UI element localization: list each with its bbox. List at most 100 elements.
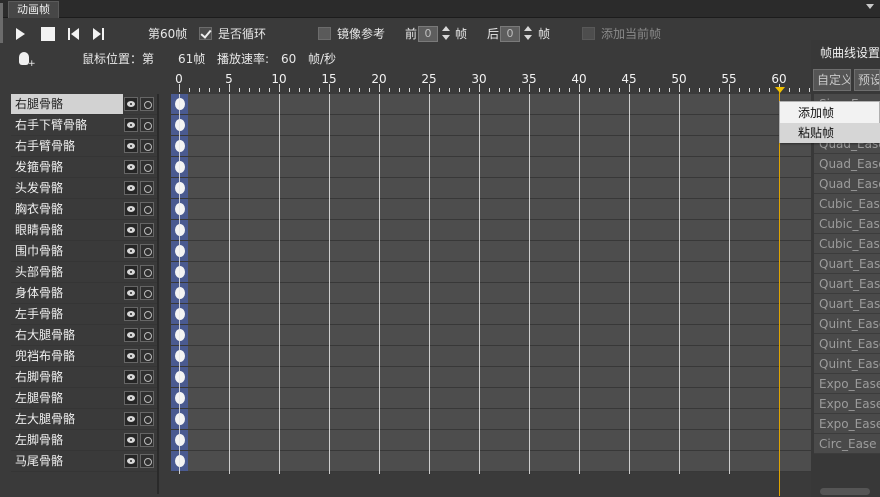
playhead-marker-icon[interactable]: [775, 87, 785, 93]
easing-preset-item[interactable]: Cubic_Ease: [814, 234, 880, 254]
lock-toggle-icon[interactable]: [140, 370, 154, 384]
frame-track-row[interactable]: [171, 451, 811, 472]
lock-toggle-icon[interactable]: [140, 97, 154, 111]
easing-preset-item[interactable]: Quad_Ease: [814, 174, 880, 194]
visibility-eye-icon[interactable]: [124, 370, 138, 384]
layer-name[interactable]: 胸衣骨骼: [11, 199, 123, 219]
visibility-eye-icon[interactable]: [124, 391, 138, 405]
layer-name[interactable]: 右脚骨骼: [11, 367, 123, 387]
easing-preset-item[interactable]: Quad_Ease: [814, 154, 880, 174]
easing-preset-item[interactable]: Cubic_Ease: [814, 214, 880, 234]
easing-preset-item[interactable]: Circ_Ease: [814, 434, 880, 454]
easing-preset-item[interactable]: Expo_Ease: [814, 414, 880, 434]
keyframe-dot-icon[interactable]: [175, 413, 185, 425]
frame-track-row[interactable]: [171, 199, 811, 220]
visibility-eye-icon[interactable]: [124, 286, 138, 300]
visibility-eye-icon[interactable]: [124, 433, 138, 447]
loop-checkbox[interactable]: [199, 27, 212, 40]
keyframe-dot-icon[interactable]: [175, 140, 185, 152]
easing-preset-item[interactable]: Cubic_Ease: [814, 194, 880, 214]
layer-name[interactable]: 左脚骨骼: [11, 430, 123, 450]
visibility-eye-icon[interactable]: [124, 118, 138, 132]
prev-frames-input[interactable]: 0: [418, 26, 438, 42]
frame-track-row[interactable]: [171, 325, 811, 346]
layer-row[interactable]: 右手臂骨骼: [11, 136, 157, 157]
easing-preset-item[interactable]: Quint_Ease: [814, 334, 880, 354]
layer-row[interactable]: 右大腿骨骼: [11, 325, 157, 346]
keyframe-dot-icon[interactable]: [175, 308, 185, 320]
frame-grid[interactable]: [171, 94, 811, 472]
lock-toggle-icon[interactable]: [140, 412, 154, 426]
lock-toggle-icon[interactable]: [140, 286, 154, 300]
menu-item-add-frame[interactable]: 添加帧: [780, 103, 880, 123]
lock-toggle-icon[interactable]: [140, 160, 154, 174]
lock-toggle-icon[interactable]: [140, 244, 154, 258]
visibility-eye-icon[interactable]: [124, 454, 138, 468]
layer-name[interactable]: 左大腿骨骼: [11, 409, 123, 429]
keyframe-dot-icon[interactable]: [175, 392, 185, 404]
frame-track-row[interactable]: [171, 367, 811, 388]
layer-name[interactable]: 右手下臂骨骼: [11, 115, 123, 135]
visibility-eye-icon[interactable]: [124, 328, 138, 342]
add-current-frame-checkbox[interactable]: [582, 27, 595, 40]
layer-row[interactable]: 头部骨骼: [11, 262, 157, 283]
tab-presets[interactable]: 预设: [854, 69, 880, 91]
frame-track-row[interactable]: [171, 220, 811, 241]
prev-frames-stepper[interactable]: [441, 26, 451, 42]
keyframe-dot-icon[interactable]: [175, 245, 185, 257]
lock-toggle-icon[interactable]: [140, 454, 154, 468]
easing-preset-item[interactable]: Quart_Ease: [814, 254, 880, 274]
stop-icon[interactable]: [41, 27, 55, 41]
layer-name[interactable]: 右大腿骨骼: [11, 325, 123, 345]
visibility-eye-icon[interactable]: [124, 160, 138, 174]
frame-track-row[interactable]: [171, 262, 811, 283]
frame-track-row[interactable]: [171, 178, 811, 199]
layer-name[interactable]: 头部骨骼: [11, 262, 123, 282]
next-frames-stepper[interactable]: [523, 26, 533, 42]
layer-name[interactable]: 左手骨骼: [11, 304, 123, 324]
keyframe-dot-icon[interactable]: [175, 161, 185, 173]
lock-toggle-icon[interactable]: [140, 181, 154, 195]
tab-custom[interactable]: 自定义: [813, 69, 851, 91]
easing-preset-item[interactable]: Quart_Ease: [814, 274, 880, 294]
play-icon[interactable]: [16, 28, 25, 40]
keyframe-dot-icon[interactable]: [175, 371, 185, 383]
playhead-line[interactable]: [779, 92, 780, 496]
mirror-checkbox[interactable]: [318, 27, 331, 40]
visibility-eye-icon[interactable]: [124, 412, 138, 426]
layer-name[interactable]: 兜裆布骨骼: [11, 346, 123, 366]
keyframe-dot-icon[interactable]: [175, 287, 185, 299]
frame-track-row[interactable]: [171, 430, 811, 451]
visibility-eye-icon[interactable]: [124, 265, 138, 279]
visibility-eye-icon[interactable]: [124, 181, 138, 195]
layer-name[interactable]: 身体骨骼: [11, 283, 123, 303]
keyframe-dot-icon[interactable]: [175, 350, 185, 362]
lock-toggle-icon[interactable]: [140, 118, 154, 132]
keyframe-dot-icon[interactable]: [175, 224, 185, 236]
layer-name[interactable]: 围巾骨骼: [11, 241, 123, 261]
next-frames-input[interactable]: 0: [500, 26, 520, 42]
stepper-up-icon[interactable]: [524, 26, 532, 31]
easing-preset-item[interactable]: Quint_Ease: [814, 354, 880, 374]
keyframe-dot-icon[interactable]: [175, 182, 185, 194]
lock-toggle-icon[interactable]: [140, 202, 154, 216]
layer-row[interactable]: 右脚骨骼: [11, 367, 157, 388]
lock-toggle-icon[interactable]: [140, 223, 154, 237]
layer-name[interactable]: 头发骨骼: [11, 178, 123, 198]
lock-toggle-icon[interactable]: [140, 265, 154, 279]
layer-row[interactable]: 身体骨骼: [11, 283, 157, 304]
layer-row[interactable]: 围巾骨骼: [11, 241, 157, 262]
frame-track-row[interactable]: [171, 409, 811, 430]
visibility-eye-icon[interactable]: [124, 202, 138, 216]
layer-name[interactable]: 眼睛骨骼: [11, 220, 123, 240]
frame-ruler[interactable]: 0 5 10 15 20 25 30 35 40 45 50 55 60: [170, 72, 810, 92]
layer-name[interactable]: 右腿骨骼: [11, 94, 123, 114]
visibility-eye-icon[interactable]: [124, 307, 138, 321]
layer-row[interactable]: 头发骨骼: [11, 178, 157, 199]
menu-item-paste-frame[interactable]: 粘贴帧: [780, 123, 880, 143]
easing-preset-item[interactable]: Quart_Ease: [814, 294, 880, 314]
layer-name[interactable]: 马尾骨骼: [11, 451, 123, 471]
layer-row[interactable]: 眼睛骨骼: [11, 220, 157, 241]
keyframe-dot-icon[interactable]: [175, 98, 185, 110]
stepper-down-icon[interactable]: [524, 35, 532, 40]
